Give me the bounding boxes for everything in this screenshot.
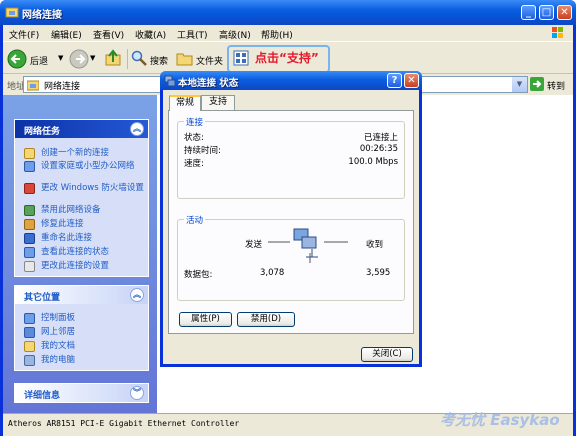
search-label: 搜索 bbox=[150, 57, 169, 67]
network-activity-icon bbox=[268, 228, 348, 263]
network-folder-icon bbox=[5, 7, 19, 18]
collapse-chevron-icon[interactable]: ︽ bbox=[130, 122, 144, 136]
forward-arrow-icon bbox=[69, 49, 89, 69]
connection-status-dialog: 本地连接 状态 ? ✕ 常规 支持 连接 状态: 已连接上 持续时间: 00:2… bbox=[160, 71, 422, 367]
new-connection-icon bbox=[24, 148, 35, 159]
repair-icon bbox=[24, 219, 35, 230]
collapse-chevron-icon[interactable]: ︽ bbox=[130, 288, 144, 302]
other-places-panel: 其它位置 ︽ 控制面板 网上邻居 我的文档 我的电脑 bbox=[14, 285, 149, 371]
tab-page-general: 连接 状态: 已连接上 持续时间: 00:26:35 速度: 100.0 Mbp… bbox=[168, 110, 414, 334]
received-packets-value: 3,595 bbox=[366, 268, 391, 278]
toolbar-separator bbox=[127, 49, 128, 69]
details-title: 详细信息 bbox=[24, 391, 61, 401]
dialog-title-bar[interactable]: 本地连接 状态 ? ✕ bbox=[160, 71, 422, 90]
control-panel-icon bbox=[24, 313, 35, 324]
address-dropdown-icon[interactable]: ▼ bbox=[512, 77, 527, 92]
dialog-close-x-button[interactable]: ✕ bbox=[404, 73, 419, 88]
menu-bar: 文件(F) 编辑(E) 查看(V) 收藏(A) 工具(T) 高级(N) 帮助(H… bbox=[3, 25, 573, 42]
other-places-header[interactable]: 其它位置 ︽ bbox=[15, 286, 148, 304]
network-connection-icon bbox=[164, 75, 176, 87]
dropdown-arrow-icon[interactable]: ▼ bbox=[58, 54, 63, 62]
title-bar[interactable]: 网络连接 _ □ ✕ bbox=[0, 0, 576, 25]
menu-view[interactable]: 查看(V) bbox=[93, 28, 124, 41]
my-documents-icon bbox=[24, 341, 35, 352]
folders-label: 文件夹 bbox=[196, 57, 224, 67]
home-network-icon bbox=[24, 161, 35, 172]
views-icon[interactable] bbox=[233, 50, 249, 66]
rename-icon bbox=[24, 233, 35, 244]
duration-value: 00:26:35 bbox=[359, 144, 398, 154]
sent-label: 发送 bbox=[245, 240, 263, 250]
disable-device-icon bbox=[24, 205, 35, 216]
view-status-icon bbox=[24, 247, 35, 258]
packets-label: 数据包: bbox=[184, 270, 213, 280]
go-button[interactable]: 转到 bbox=[530, 76, 572, 93]
status-text: Atheros AR8151 PCI-E Gigabit Ethernet Co… bbox=[8, 419, 240, 428]
menu-advanced[interactable]: 高级(N) bbox=[219, 28, 251, 41]
search-button[interactable]: 搜索 bbox=[131, 48, 173, 70]
window-title: 网络连接 bbox=[22, 10, 62, 21]
status-label: 状态: bbox=[184, 133, 204, 143]
network-tasks-panel: 网络任务 ︽ 创建一个新的连接 设置家庭或小型办公网络 更改 Windows 防火… bbox=[14, 119, 149, 277]
menu-favorites[interactable]: 收藏(A) bbox=[135, 28, 166, 41]
menu-tools[interactable]: 工具(T) bbox=[177, 28, 208, 41]
dropdown-arrow-icon[interactable]: ▼ bbox=[90, 54, 95, 62]
expand-chevron-icon[interactable]: ︾ bbox=[130, 386, 144, 400]
disable-button[interactable]: 禁用(D) bbox=[237, 312, 295, 327]
network-places-icon bbox=[24, 327, 35, 338]
task-pane: 网络任务 ︽ 创建一个新的连接 设置家庭或小型办公网络 更改 Windows 防火… bbox=[3, 95, 157, 413]
details-panel: 详细信息 ︾ bbox=[14, 383, 149, 403]
activity-group: 活动 发送 收到 数据包: 3,078 3,595 bbox=[177, 214, 405, 301]
windows-logo-icon bbox=[552, 27, 563, 38]
my-computer-icon bbox=[24, 355, 35, 366]
up-folder-icon[interactable] bbox=[105, 49, 123, 67]
back-button[interactable]: 后退 ▼ bbox=[7, 48, 67, 70]
network-folder-icon bbox=[27, 80, 39, 91]
connection-group-label: 连接 bbox=[184, 116, 206, 128]
dialog-title: 本地连接 状态 bbox=[178, 78, 239, 89]
change-settings-icon bbox=[24, 261, 35, 272]
network-tasks-title: 网络任务 bbox=[24, 127, 61, 137]
go-arrow-icon bbox=[530, 77, 544, 91]
close-button[interactable]: ✕ bbox=[557, 5, 572, 20]
menu-file[interactable]: 文件(F) bbox=[9, 28, 39, 41]
maximize-button[interactable]: □ bbox=[539, 5, 554, 20]
speed-value: 100.0 Mbps bbox=[348, 157, 398, 167]
menu-help[interactable]: 帮助(H) bbox=[261, 28, 293, 41]
menu-edit[interactable]: 编辑(E) bbox=[51, 28, 82, 41]
folders-icon bbox=[176, 53, 193, 66]
watermark: 考无忧 Easykao bbox=[440, 411, 560, 429]
minimize-button[interactable]: _ bbox=[521, 5, 536, 20]
folders-button[interactable]: 文件夹 bbox=[176, 48, 226, 70]
back-label: 后退 bbox=[30, 57, 49, 67]
dialog-body: 常规 支持 连接 状态: 已连接上 持续时间: 00:26:35 速度: 100… bbox=[163, 90, 419, 364]
help-button[interactable]: ? bbox=[387, 73, 402, 88]
activity-group-label: 活动 bbox=[184, 214, 206, 226]
tab-general[interactable]: 常规 bbox=[169, 95, 201, 111]
details-header[interactable]: 详细信息 ︾ bbox=[15, 384, 148, 402]
hint-text: 点击“支持” bbox=[255, 51, 319, 65]
status-value: 已连接上 bbox=[363, 133, 398, 143]
received-label: 收到 bbox=[366, 240, 384, 250]
other-places-title: 其它位置 bbox=[24, 293, 61, 303]
toolbar: 后退 ▼ ▼ 搜索 文件夹 点击“支持” bbox=[3, 43, 573, 74]
address-value: 网络连接 bbox=[44, 82, 81, 92]
network-tasks-header[interactable]: 网络任务 ︽ bbox=[15, 120, 148, 138]
go-label: 转到 bbox=[547, 82, 566, 92]
firewall-icon bbox=[24, 183, 35, 194]
duration-label: 持续时间: bbox=[184, 146, 221, 156]
tab-support[interactable]: 支持 bbox=[201, 95, 235, 110]
sent-packets-value: 3,078 bbox=[260, 268, 285, 278]
speed-label: 速度: bbox=[184, 159, 204, 169]
search-icon bbox=[131, 50, 147, 66]
back-arrow-icon bbox=[7, 49, 27, 69]
properties-button[interactable]: 属性(P) bbox=[179, 312, 232, 327]
connection-group: 连接 状态: 已连接上 持续时间: 00:26:35 速度: 100.0 Mbp… bbox=[177, 116, 405, 199]
dialog-close-button[interactable]: 关闭(C) bbox=[361, 347, 413, 362]
forward-button[interactable]: ▼ bbox=[69, 48, 97, 70]
